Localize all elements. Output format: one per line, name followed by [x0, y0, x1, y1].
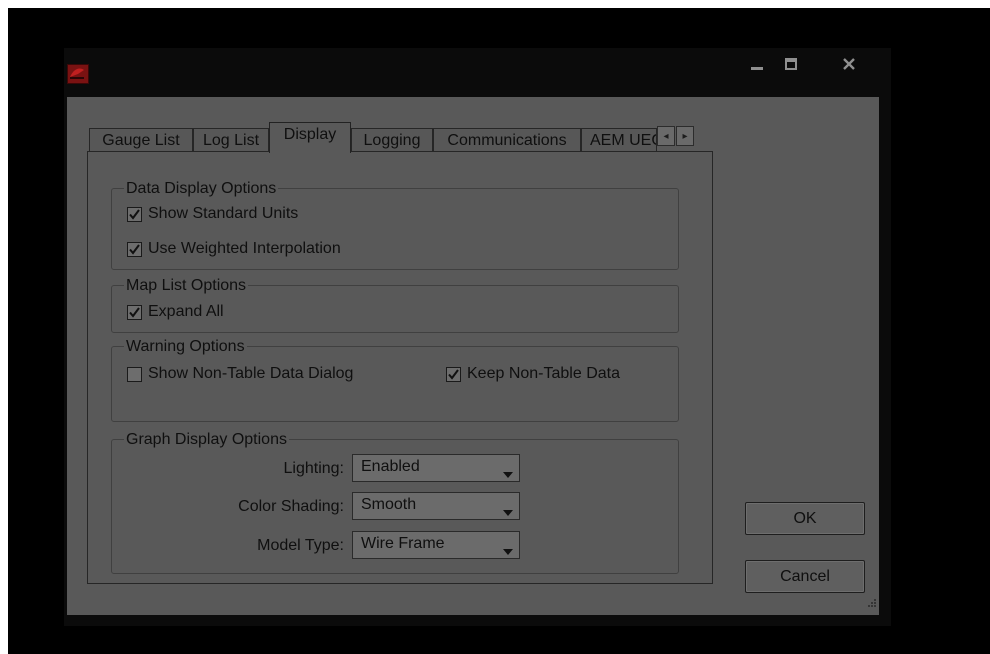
group-title: Warning Options — [124, 337, 247, 357]
model-type-select[interactable]: Wire Frame — [352, 531, 520, 559]
group-title: Data Display Options — [124, 179, 279, 199]
warning-options-group: Warning Options Show Non-Table Data Dial… — [111, 337, 679, 422]
lighting-label: Lighting: — [283, 460, 345, 477]
use-weighted-interpolation-checkbox[interactable]: Use Weighted Interpolation — [127, 240, 341, 258]
expand-all-checkbox[interactable]: Expand All — [127, 303, 224, 321]
checkbox-label: Keep Non-Table Data — [467, 365, 620, 382]
tab-gauge-list[interactable]: Gauge List — [89, 128, 193, 152]
color-shading-label: Color Shading: — [238, 498, 344, 515]
checkbox-label: Use Weighted Interpolation — [148, 240, 341, 257]
map-list-options-group: Map List Options Expand All — [111, 276, 679, 333]
tab-log-list[interactable]: Log List — [193, 128, 269, 152]
lighting-select[interactable]: Enabled — [352, 454, 520, 482]
screen-backdrop: Gauge List Log List Display Logging Comm… — [8, 8, 990, 654]
color-shading-value: Smooth — [361, 496, 417, 513]
checkbox-box — [127, 206, 142, 222]
cancel-button[interactable]: Cancel — [745, 560, 865, 593]
maximize-icon — [784, 57, 798, 76]
tab-scroll-right-button[interactable]: ▸ — [676, 126, 694, 146]
dialog-client-area: Gauge List Log List Display Logging Comm… — [67, 97, 879, 615]
model-type-label: Model Type: — [257, 537, 344, 554]
tab-aem-uego[interactable]: AEM UEGO — [581, 128, 657, 152]
resize-grip-icon[interactable] — [867, 595, 877, 613]
lighting-value: Enabled — [361, 458, 420, 475]
arrow-left-icon: ◂ — [663, 130, 669, 142]
chevron-down-icon — [503, 465, 513, 483]
minimize-button[interactable] — [742, 54, 772, 78]
group-title: Graph Display Options — [124, 430, 289, 450]
close-button[interactable] — [834, 54, 864, 78]
checkbox-label: Show Standard Units — [148, 205, 299, 222]
maximize-button[interactable] — [776, 54, 806, 78]
checkbox-box — [446, 366, 461, 382]
tab-display[interactable]: Display — [269, 122, 351, 153]
chevron-down-icon — [503, 503, 513, 521]
color-shading-select[interactable]: Smooth — [352, 492, 520, 520]
checkbox-label: Expand All — [148, 303, 224, 320]
checkbox-box — [127, 241, 142, 257]
minimize-icon — [750, 57, 764, 76]
data-display-options-group: Data Display Options Show Standard Units… — [111, 179, 679, 270]
show-standard-units-checkbox[interactable]: Show Standard Units — [127, 205, 298, 223]
tab-logging[interactable]: Logging — [351, 128, 433, 152]
options-dialog-window: Gauge List Log List Display Logging Comm… — [64, 48, 891, 626]
title-bar[interactable] — [64, 48, 891, 96]
group-title: Map List Options — [124, 276, 249, 296]
tab-communications[interactable]: Communications — [433, 128, 581, 152]
show-non-table-data-dialog-checkbox[interactable]: Show Non-Table Data Dialog — [127, 365, 353, 383]
chevron-down-icon — [503, 542, 513, 560]
checkbox-box — [127, 366, 142, 382]
checkbox-label: Show Non-Table Data Dialog — [148, 365, 354, 382]
app-logo-icon — [67, 64, 89, 84]
tab-scroll-left-button[interactable]: ◂ — [657, 126, 675, 146]
close-icon — [842, 57, 856, 76]
arrow-right-icon: ▸ — [682, 130, 688, 142]
ok-button[interactable]: OK — [745, 502, 865, 535]
display-tab-panel: Data Display Options Show Standard Units… — [87, 151, 713, 584]
model-type-value: Wire Frame — [361, 535, 445, 552]
graph-display-options-group: Graph Display Options Lighting: Enabled … — [111, 430, 679, 574]
checkbox-box — [127, 304, 142, 320]
keep-non-table-data-checkbox[interactable]: Keep Non-Table Data — [446, 365, 620, 383]
